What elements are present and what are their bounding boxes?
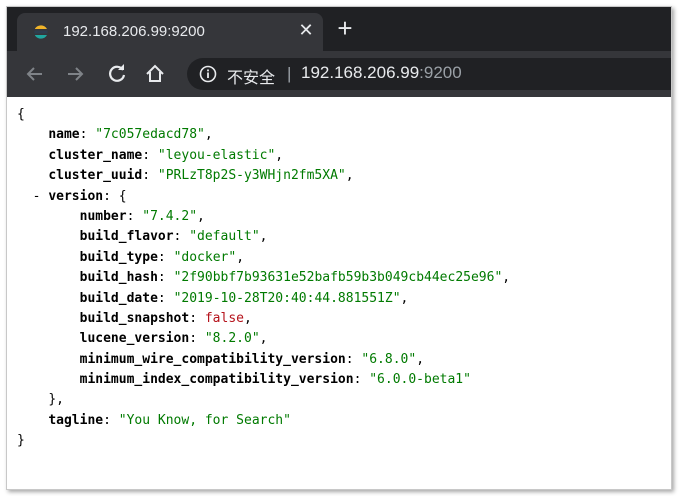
- json-string: "8.2.0": [204, 331, 260, 347]
- json-key: cluster_name: [48, 147, 143, 163]
- collapse-toggle[interactable]: -: [33, 189, 41, 204]
- json-row-version: - version: {: [32, 188, 127, 204]
- json-key: build_flavor: [79, 229, 174, 245]
- json-brace: {: [118, 188, 127, 204]
- json-row-cluster-uuid: cluster_uuid: "PRLzT8p2S-y3WHjn2fm5XA",: [48, 168, 354, 184]
- json-key: build_snapshot: [79, 310, 190, 326]
- tab-strip: 192.168.206.99:9200 ✕ +: [7, 7, 671, 51]
- address-bar[interactable]: 不安全 | 192.168.206.99:9200: [187, 58, 671, 90]
- json-key: tagline: [48, 412, 104, 428]
- json-row-build-snapshot: build_snapshot: false,: [79, 310, 252, 326]
- json-brace: },: [48, 392, 64, 408]
- json-string: "PRLzT8p2S-y3WHjn2fm5XA": [157, 168, 346, 184]
- omnibox-divider: |: [287, 64, 292, 83]
- json-string: "6.0.0-beta1": [369, 372, 471, 388]
- json-row-name: name: "7c057edacd78",: [48, 127, 213, 143]
- json-key: cluster_uuid: [48, 168, 143, 184]
- json-key: minimum_index_compatibility_version: [79, 372, 354, 388]
- browser-tab[interactable]: 192.168.206.99:9200 ✕: [17, 13, 323, 51]
- json-key: lucene_version: [79, 331, 190, 347]
- forward-arrow-icon[interactable]: [63, 62, 87, 86]
- json-row-tagline: tagline: "You Know, for Search": [48, 412, 291, 428]
- json-string: "7c057edacd78": [95, 127, 205, 143]
- json-row-build-hash: build_hash: "2f90bbf7b93631e52bafb59b3b0…: [79, 270, 511, 286]
- json-key: version: [48, 188, 104, 204]
- json-string: "docker": [173, 249, 237, 265]
- json-string: "You Know, for Search": [118, 412, 291, 428]
- json-row-build-type: build_type: "docker",: [79, 249, 245, 265]
- browser-window: 192.168.206.99:9200 ✕ + 不安全 | 192.168.20…: [6, 6, 672, 490]
- json-key: build_type: [79, 249, 158, 265]
- new-tab-button[interactable]: +: [331, 15, 359, 43]
- json-row-min-wire: minimum_wire_compatibility_version: "6.8…: [79, 351, 425, 367]
- close-tab-icon[interactable]: ✕: [297, 21, 315, 39]
- json-string: "default": [189, 229, 260, 245]
- json-viewer: { name: "7c057edacd78", cluster_name: "l…: [17, 105, 510, 452]
- json-close-brace: }: [17, 433, 25, 449]
- json-row-min-index: minimum_index_compatibility_version: "6.…: [79, 372, 471, 388]
- json-boolean: false: [204, 310, 244, 326]
- json-string: "2019-10-28T20:40:44.881551Z": [173, 290, 401, 306]
- tab-title: 192.168.206.99:9200: [63, 23, 205, 40]
- url-host: 192.168.206.99: [301, 63, 420, 82]
- json-version-close: },: [17, 390, 510, 410]
- json-key: build_date: [79, 290, 158, 306]
- elastic-logo-icon: [33, 24, 49, 40]
- json-key: number: [79, 208, 127, 224]
- json-string: "6.8.0": [361, 351, 417, 367]
- info-icon[interactable]: [199, 65, 217, 83]
- json-open-brace: {: [17, 107, 25, 122]
- browser-toolbar: 不安全 | 192.168.206.99:9200: [7, 51, 671, 97]
- not-secure-label[interactable]: 不安全: [227, 64, 275, 88]
- page-content: { name: "7c057edacd78", cluster_name: "l…: [7, 97, 671, 489]
- url-text[interactable]: 192.168.206.99:9200: [301, 63, 462, 83]
- json-row-lucene-version: lucene_version: "8.2.0",: [79, 331, 268, 347]
- json-string: "2f90bbf7b93631e52bafb59b3b049cb44ec25e9…: [173, 270, 503, 286]
- json-string: "leyou-elastic": [157, 147, 276, 163]
- json-row-cluster-name: cluster_name: "leyou-elastic",: [48, 147, 284, 163]
- back-arrow-icon[interactable]: [23, 62, 47, 86]
- json-string: "7.4.2": [142, 208, 198, 224]
- json-key: build_hash: [79, 270, 158, 286]
- json-key: name: [48, 127, 80, 143]
- home-icon[interactable]: [143, 62, 167, 86]
- json-row-build-date: build_date: "2019-10-28T20:40:44.881551Z…: [79, 290, 409, 306]
- reload-icon[interactable]: [105, 62, 129, 86]
- json-row-build-flavor: build_flavor: "default",: [79, 229, 268, 245]
- url-port: :9200: [419, 63, 462, 82]
- json-row-number: number: "7.4.2",: [79, 208, 205, 224]
- json-key: minimum_wire_compatibility_version: [79, 351, 346, 367]
